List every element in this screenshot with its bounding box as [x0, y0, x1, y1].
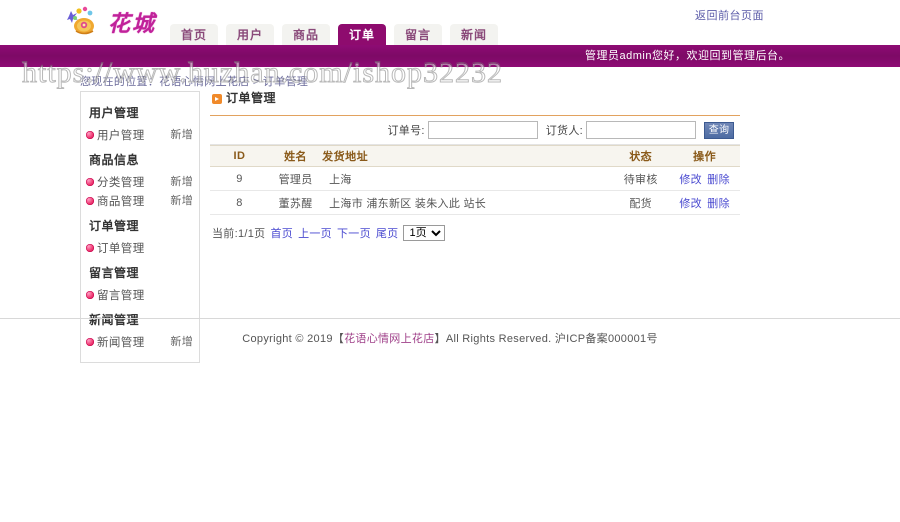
footer-copyright-prefix: Copyright © 2019【	[242, 333, 344, 345]
cell-address: 上海市 浦东新区 装朱入此 站长	[322, 191, 612, 215]
return-to-frontend-link[interactable]: 返回前台页面	[695, 7, 764, 23]
col-header-name: 姓名	[269, 146, 322, 167]
pager-next-link[interactable]: 下一页	[337, 225, 371, 241]
pager-last-link[interactable]: 尾页	[376, 225, 399, 241]
sidebar-item-product-manage[interactable]: 商品管理 新增	[81, 192, 199, 211]
flower-bouquet-icon	[66, 5, 106, 37]
panel-header: 订单管理	[210, 91, 740, 116]
sidebar-item-label: 留言管理	[97, 290, 145, 302]
bullet-icon	[86, 197, 94, 205]
edit-link[interactable]: 修改	[679, 198, 702, 210]
sidebar-group-title-products: 商品信息	[81, 145, 199, 173]
bullet-icon	[86, 131, 94, 139]
sidebar-item-label: 分类管理	[97, 177, 145, 189]
nav-tab-products[interactable]: 商品	[282, 24, 330, 46]
admin-sidebar: 用户管理 用户管理 新增 商品信息 分类管理 新增 商品管理 新增 订单管理 订…	[80, 91, 200, 363]
sidebar-item-label: 订单管理	[97, 243, 145, 255]
breadcrumb: 您现在的位置：花语心情网上花店 > 订单管理	[80, 73, 308, 89]
sidebar-item-user-manage[interactable]: 用户管理 新增	[81, 126, 199, 145]
main-navigation: 首页 用户 商品 订单 留言 新闻	[170, 24, 506, 46]
col-header-id: ID	[210, 146, 269, 167]
admin-page: 花城 返回前台页面 首页 用户 商品 订单 留言 新闻 管理员admin您好，欢…	[0, 0, 900, 522]
cell-address: 上海	[322, 167, 612, 191]
orders-table: ID 姓名 发货地址 状态 操作 9 管理员 上海 待审核 修改	[210, 145, 740, 215]
nav-tab-orders[interactable]: 订单	[338, 24, 386, 46]
sidebar-add-link[interactable]: 新增	[170, 126, 193, 145]
sidebar-item-category-manage[interactable]: 分类管理 新增	[81, 173, 199, 192]
nav-tab-news[interactable]: 新闻	[450, 24, 498, 46]
bullet-icon	[86, 178, 94, 186]
sidebar-group-title-news: 新闻管理	[81, 305, 199, 333]
site-header: 花城 返回前台页面 首页 用户 商品 订单 留言 新闻	[0, 0, 900, 45]
table-row: 9 管理员 上海 待审核 修改 删除	[210, 167, 740, 191]
col-header-status: 状态	[612, 146, 669, 167]
page-title: 订单管理	[226, 91, 276, 105]
cell-status: 配货	[612, 191, 669, 215]
pager-current-text: 当前:1/1页	[212, 225, 265, 241]
cell-actions: 修改 删除	[669, 167, 740, 191]
sidebar-item-order-manage[interactable]: 订单管理	[81, 239, 199, 258]
pagination: 当前:1/1页 首页 上一页 下一页 尾页 1页	[210, 225, 740, 241]
site-logo[interactable]: 花城	[66, 2, 176, 40]
col-header-address: 发货地址	[322, 146, 612, 167]
delete-link[interactable]: 删除	[707, 174, 730, 186]
search-button[interactable]: 查询	[704, 122, 734, 139]
search-bar: 订单号: 订货人: 查询	[210, 116, 740, 145]
footer: Copyright © 2019【花语心情网上花店】All Rights Res…	[0, 330, 900, 346]
edit-link[interactable]: 修改	[679, 174, 702, 186]
nav-tab-users[interactable]: 用户	[226, 24, 274, 46]
sidebar-add-link[interactable]: 新增	[170, 192, 193, 211]
footer-copyright-suffix: 】All Rights Reserved. 沪ICP备案000001号	[435, 333, 658, 345]
col-header-actions: 操作	[669, 146, 740, 167]
order-no-input[interactable]	[428, 121, 538, 139]
table-header-row: ID 姓名 发货地址 状态 操作	[210, 146, 740, 167]
bullet-icon	[86, 244, 94, 252]
main-area: 用户管理 用户管理 新增 商品信息 分类管理 新增 商品管理 新增 订单管理 订…	[0, 91, 900, 326]
logo-text: 花城	[108, 6, 156, 38]
cell-status: 待审核	[612, 167, 669, 191]
nav-tab-home[interactable]: 首页	[170, 24, 218, 46]
order-no-label: 订单号:	[387, 122, 424, 138]
admin-greeting-bar: 管理员admin您好，欢迎回到管理后台。	[0, 45, 900, 67]
admin-greeting-text: 管理员admin您好，欢迎回到管理后台。	[585, 45, 790, 67]
sidebar-item-label: 用户管理	[97, 130, 145, 142]
sidebar-add-link[interactable]: 新增	[170, 173, 193, 192]
footer-divider	[0, 318, 900, 319]
bullet-icon	[86, 291, 94, 299]
buyer-label: 订货人:	[546, 122, 583, 138]
cell-id: 9	[210, 167, 269, 191]
cell-id: 8	[210, 191, 269, 215]
cell-actions: 修改 删除	[669, 191, 740, 215]
table-row: 8 董苏醒 上海市 浦东新区 装朱入此 站长 配货 修改 删除	[210, 191, 740, 215]
sidebar-item-message-manage[interactable]: 留言管理	[81, 286, 199, 305]
cell-name: 管理员	[269, 167, 322, 191]
nav-tab-messages[interactable]: 留言	[394, 24, 442, 46]
breadcrumb-bar: 您现在的位置：花语心情网上花店 > 订单管理	[0, 67, 900, 91]
sidebar-item-label: 商品管理	[97, 196, 145, 208]
sidebar-group-title-users: 用户管理	[81, 98, 199, 126]
arrow-marker-icon	[212, 94, 222, 104]
pager-prev-link[interactable]: 上一页	[298, 225, 332, 241]
content-panel: 订单管理 订单号: 订货人: 查询 ID 姓名 发货地址 状态 操作	[210, 91, 740, 241]
cell-name: 董苏醒	[269, 191, 322, 215]
buyer-input[interactable]	[586, 121, 696, 139]
sidebar-group-title-messages: 留言管理	[81, 258, 199, 286]
delete-link[interactable]: 删除	[707, 198, 730, 210]
page-select[interactable]: 1页	[403, 225, 445, 241]
footer-shop-name: 花语心情网上花店	[344, 333, 434, 345]
sidebar-group-title-orders: 订单管理	[81, 211, 199, 239]
pager-first-link[interactable]: 首页	[270, 225, 293, 241]
